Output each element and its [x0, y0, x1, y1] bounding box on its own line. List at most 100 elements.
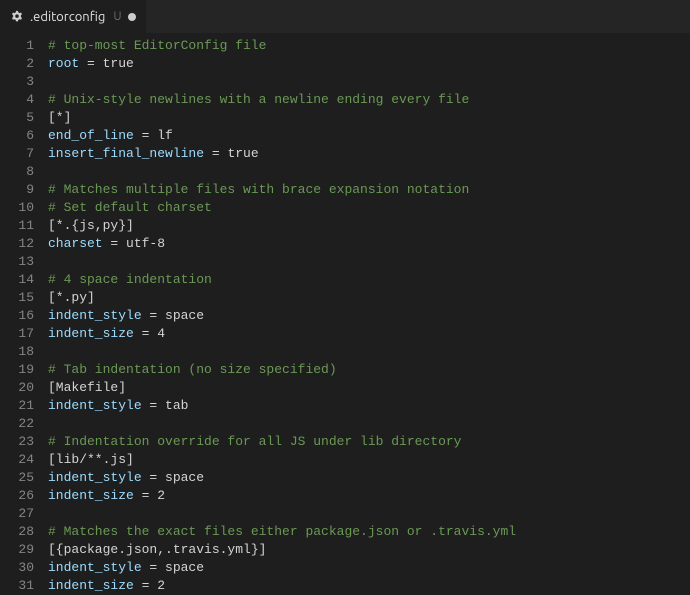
- token-op: =: [134, 128, 157, 143]
- line-number: 10: [0, 199, 34, 217]
- token-key: charset: [48, 236, 103, 251]
- code-line[interactable]: end_of_line = lf: [48, 127, 690, 145]
- line-number: 25: [0, 469, 34, 487]
- line-number: 27: [0, 505, 34, 523]
- token-comment: # Matches the exact files either package…: [48, 524, 516, 539]
- token-op: =: [134, 578, 157, 593]
- code-line[interactable]: # top-most EditorConfig file: [48, 37, 690, 55]
- tab-filename: .editorconfig: [30, 10, 105, 24]
- code-line[interactable]: [{package.json,.travis.yml}]: [48, 541, 690, 559]
- line-number-gutter: 1234567891011121314151617181920212223242…: [0, 33, 48, 594]
- token-value: utf-8: [126, 236, 165, 251]
- token-value: space: [165, 470, 204, 485]
- line-number: 16: [0, 307, 34, 325]
- line-number: 8: [0, 163, 34, 181]
- code-line[interactable]: [48, 73, 690, 91]
- line-number: 2: [0, 55, 34, 73]
- token-op: =: [79, 56, 102, 71]
- tab-editorconfig[interactable]: .editorconfig U: [0, 0, 147, 33]
- code-line[interactable]: [48, 505, 690, 523]
- token-value: 2: [157, 488, 165, 503]
- code-line[interactable]: root = true: [48, 55, 690, 73]
- token-op: =: [134, 326, 157, 341]
- token-value: tab: [165, 398, 188, 413]
- code-line[interactable]: indent_style = space: [48, 307, 690, 325]
- code-line[interactable]: indent_style = space: [48, 469, 690, 487]
- token-value: true: [227, 146, 258, 161]
- code-line[interactable]: [48, 343, 690, 361]
- line-number: 11: [0, 217, 34, 235]
- token-section: [{package.json,.travis.yml}]: [48, 542, 266, 557]
- code-line[interactable]: # Indentation override for all JS under …: [48, 433, 690, 451]
- line-number: 23: [0, 433, 34, 451]
- token-value: space: [165, 560, 204, 575]
- code-line[interactable]: indent_size = 4: [48, 325, 690, 343]
- line-number: 5: [0, 109, 34, 127]
- line-number: 19: [0, 361, 34, 379]
- token-key: root: [48, 56, 79, 71]
- code-line[interactable]: [48, 415, 690, 433]
- code-area[interactable]: # top-most EditorConfig fileroot = true …: [48, 33, 690, 594]
- tab-bar: .editorconfig U: [0, 0, 690, 33]
- token-section: [lib/**.js]: [48, 452, 134, 467]
- token-key: indent_style: [48, 308, 142, 323]
- code-line[interactable]: indent_style = tab: [48, 397, 690, 415]
- token-section: [Makefile]: [48, 380, 126, 395]
- code-line[interactable]: indent_size = 2: [48, 487, 690, 505]
- token-comment: # Unix-style newlines with a newline end…: [48, 92, 469, 107]
- code-line[interactable]: # Matches the exact files either package…: [48, 523, 690, 541]
- code-line[interactable]: [lib/**.js]: [48, 451, 690, 469]
- token-comment: # top-most EditorConfig file: [48, 38, 266, 53]
- line-number: 31: [0, 577, 34, 595]
- line-number: 9: [0, 181, 34, 199]
- token-value: true: [103, 56, 134, 71]
- line-number: 1: [0, 37, 34, 55]
- token-key: indent_size: [48, 326, 134, 341]
- code-line[interactable]: # Unix-style newlines with a newline end…: [48, 91, 690, 109]
- token-op: =: [134, 488, 157, 503]
- line-number: 13: [0, 253, 34, 271]
- line-number: 20: [0, 379, 34, 397]
- code-line[interactable]: [48, 253, 690, 271]
- token-comment: # Indentation override for all JS under …: [48, 434, 461, 449]
- token-value: 2: [157, 578, 165, 593]
- code-line[interactable]: # 4 space indentation: [48, 271, 690, 289]
- code-line[interactable]: [48, 163, 690, 181]
- code-line[interactable]: indent_style = space: [48, 559, 690, 577]
- code-line[interactable]: [*]: [48, 109, 690, 127]
- token-section: [*]: [48, 110, 71, 125]
- token-section: [*.py]: [48, 290, 95, 305]
- token-value: space: [165, 308, 204, 323]
- code-line[interactable]: [*.{js,py}]: [48, 217, 690, 235]
- line-number: 4: [0, 91, 34, 109]
- line-number: 28: [0, 523, 34, 541]
- code-line[interactable]: charset = utf-8: [48, 235, 690, 253]
- line-number: 7: [0, 145, 34, 163]
- token-key: indent_size: [48, 488, 134, 503]
- line-number: 12: [0, 235, 34, 253]
- token-key: indent_style: [48, 470, 142, 485]
- code-line[interactable]: [*.py]: [48, 289, 690, 307]
- line-number: 17: [0, 325, 34, 343]
- token-op: =: [142, 470, 165, 485]
- token-value: lf: [157, 128, 173, 143]
- code-line[interactable]: # Set default charset: [48, 199, 690, 217]
- line-number: 26: [0, 487, 34, 505]
- line-number: 6: [0, 127, 34, 145]
- editor[interactable]: 1234567891011121314151617181920212223242…: [0, 33, 690, 594]
- code-line[interactable]: # Tab indentation (no size specified): [48, 361, 690, 379]
- modified-indicator-icon: [128, 13, 136, 21]
- code-line[interactable]: # Matches multiple files with brace expa…: [48, 181, 690, 199]
- token-key: insert_final_newline: [48, 146, 204, 161]
- line-number: 29: [0, 541, 34, 559]
- code-line[interactable]: insert_final_newline = true: [48, 145, 690, 163]
- gear-icon: [10, 10, 24, 24]
- code-line[interactable]: indent_size = 2: [48, 577, 690, 595]
- token-key: indent_size: [48, 578, 134, 593]
- line-number: 18: [0, 343, 34, 361]
- token-op: =: [103, 236, 126, 251]
- git-status-letter: U: [113, 10, 121, 23]
- token-op: =: [142, 308, 165, 323]
- token-comment: # 4 space indentation: [48, 272, 212, 287]
- code-line[interactable]: [Makefile]: [48, 379, 690, 397]
